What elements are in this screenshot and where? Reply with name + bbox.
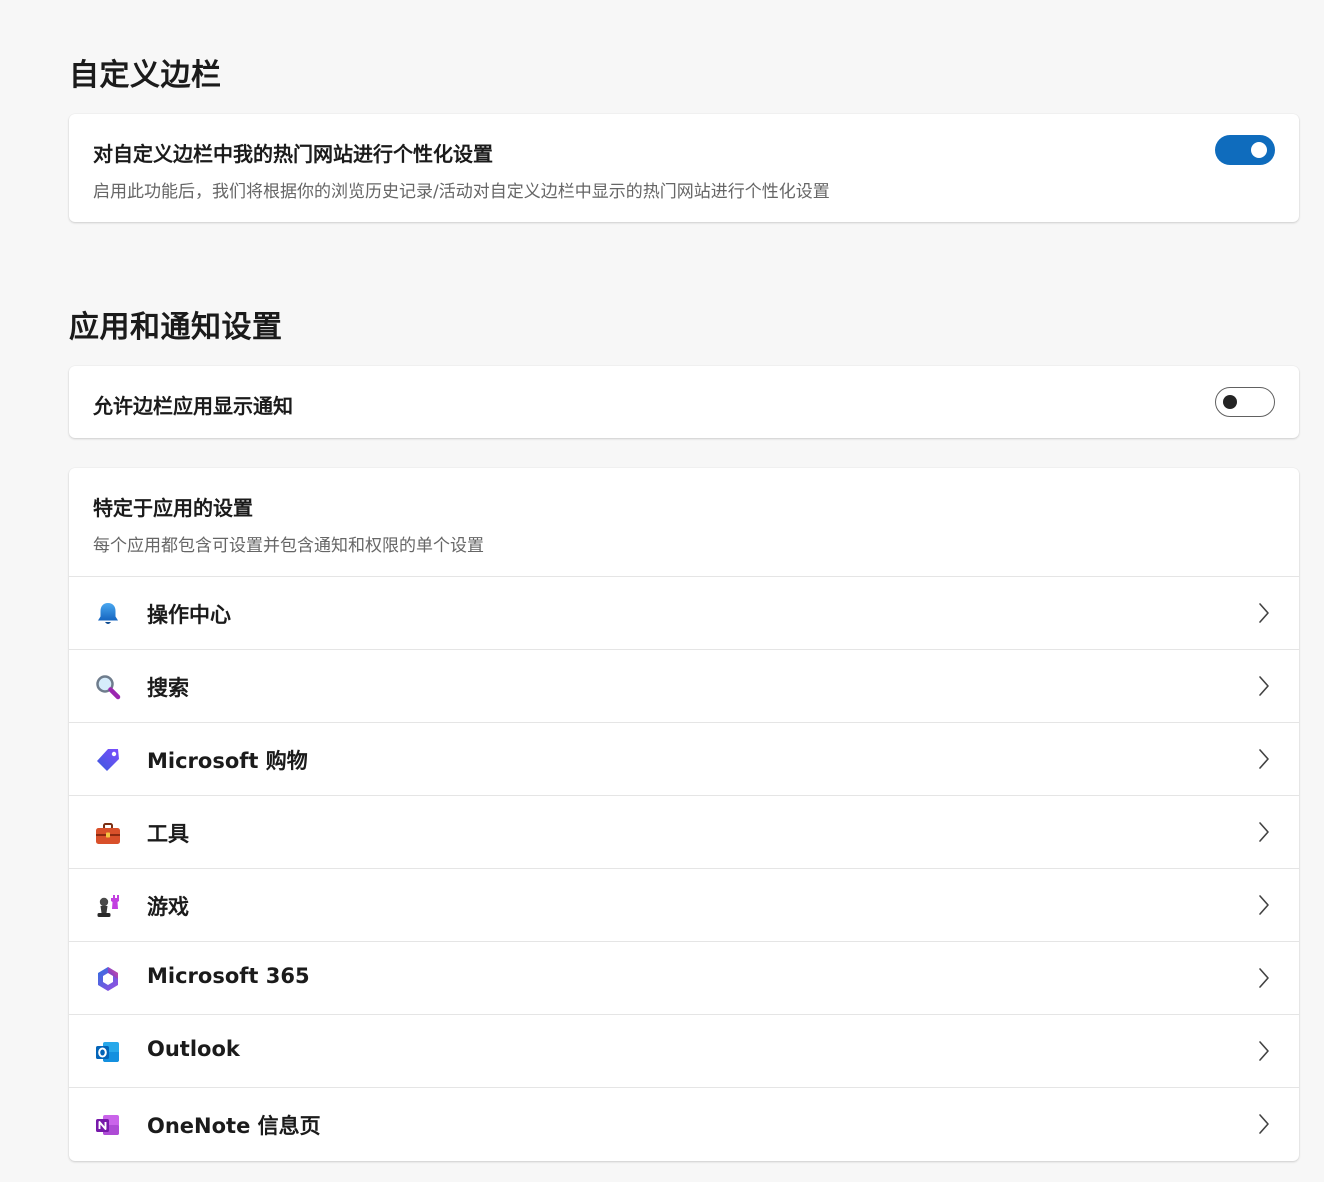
app-row-microsoft-365[interactable]: Microsoft 365 — [69, 941, 1299, 1014]
allow-notifications-card: 允许边栏应用显示通知 — [69, 366, 1299, 438]
shopping-tag-icon — [94, 746, 122, 774]
app-row-label: Microsoft 购物 — [147, 749, 308, 773]
chevron-right-icon — [1257, 820, 1271, 844]
outlook-icon — [94, 1038, 122, 1066]
chess-games-icon — [94, 892, 122, 920]
personalize-top-sites-card: 对自定义边栏中我的热门网站进行个性化设置 启用此功能后，我们将根据你的浏览历史记… — [69, 114, 1299, 222]
personalize-top-sites-toggle[interactable] — [1215, 135, 1275, 165]
section-title-customize-sidebar: 自定义边栏 — [69, 58, 222, 93]
app-row-label: OneNote 信息页 — [147, 1114, 321, 1138]
app-row-label: 工具 — [147, 822, 189, 846]
toggle-knob — [1251, 142, 1267, 158]
chevron-right-icon — [1257, 747, 1271, 771]
app-row-action-center[interactable]: 操作中心 — [69, 576, 1299, 649]
app-list: 操作中心 搜索 Microsoft 购物 工具 游戏 Microsoft 365… — [69, 576, 1299, 1160]
toolbox-icon — [94, 819, 122, 847]
onenote-icon — [94, 1111, 122, 1139]
personalize-top-sites-description: 启用此功能后，我们将根据你的浏览历史记录/活动对自定义边栏中显示的热门网站进行个… — [93, 182, 830, 202]
app-row-search[interactable]: 搜索 — [69, 649, 1299, 722]
chevron-right-icon — [1257, 674, 1271, 698]
allow-notifications-title: 允许边栏应用显示通知 — [93, 394, 293, 418]
personalize-top-sites-title: 对自定义边栏中我的热门网站进行个性化设置 — [93, 142, 493, 166]
app-specific-settings-card: 特定于应用的设置 每个应用都包含可设置并包含通知和权限的单个设置 操作中心 搜索… — [69, 468, 1299, 1161]
app-row-microsoft-shopping[interactable]: Microsoft 购物 — [69, 722, 1299, 795]
app-row-tools[interactable]: 工具 — [69, 795, 1299, 868]
toggle-knob — [1223, 395, 1237, 409]
chevron-right-icon — [1257, 1039, 1271, 1063]
allow-notifications-toggle[interactable] — [1215, 387, 1275, 417]
app-row-label: 操作中心 — [147, 603, 231, 627]
chevron-right-icon — [1257, 966, 1271, 990]
app-specific-settings-title: 特定于应用的设置 — [93, 496, 253, 520]
bell-icon — [94, 600, 122, 628]
chevron-right-icon — [1257, 893, 1271, 917]
app-row-label: 游戏 — [147, 895, 189, 919]
app-specific-settings-description: 每个应用都包含可设置并包含通知和权限的单个设置 — [93, 536, 484, 556]
app-row-onenote[interactable]: OneNote 信息页 — [69, 1087, 1299, 1160]
app-row-label: Outlook — [147, 1037, 240, 1061]
section-title-app-notifications: 应用和通知设置 — [69, 310, 283, 345]
app-row-games[interactable]: 游戏 — [69, 868, 1299, 941]
microsoft-365-icon — [94, 965, 122, 993]
app-row-outlook[interactable]: Outlook — [69, 1014, 1299, 1087]
app-row-label: 搜索 — [147, 676, 189, 700]
app-row-label: Microsoft 365 — [147, 964, 310, 988]
magnifier-icon — [94, 673, 122, 701]
chevron-right-icon — [1257, 1112, 1271, 1136]
chevron-right-icon — [1257, 601, 1271, 625]
